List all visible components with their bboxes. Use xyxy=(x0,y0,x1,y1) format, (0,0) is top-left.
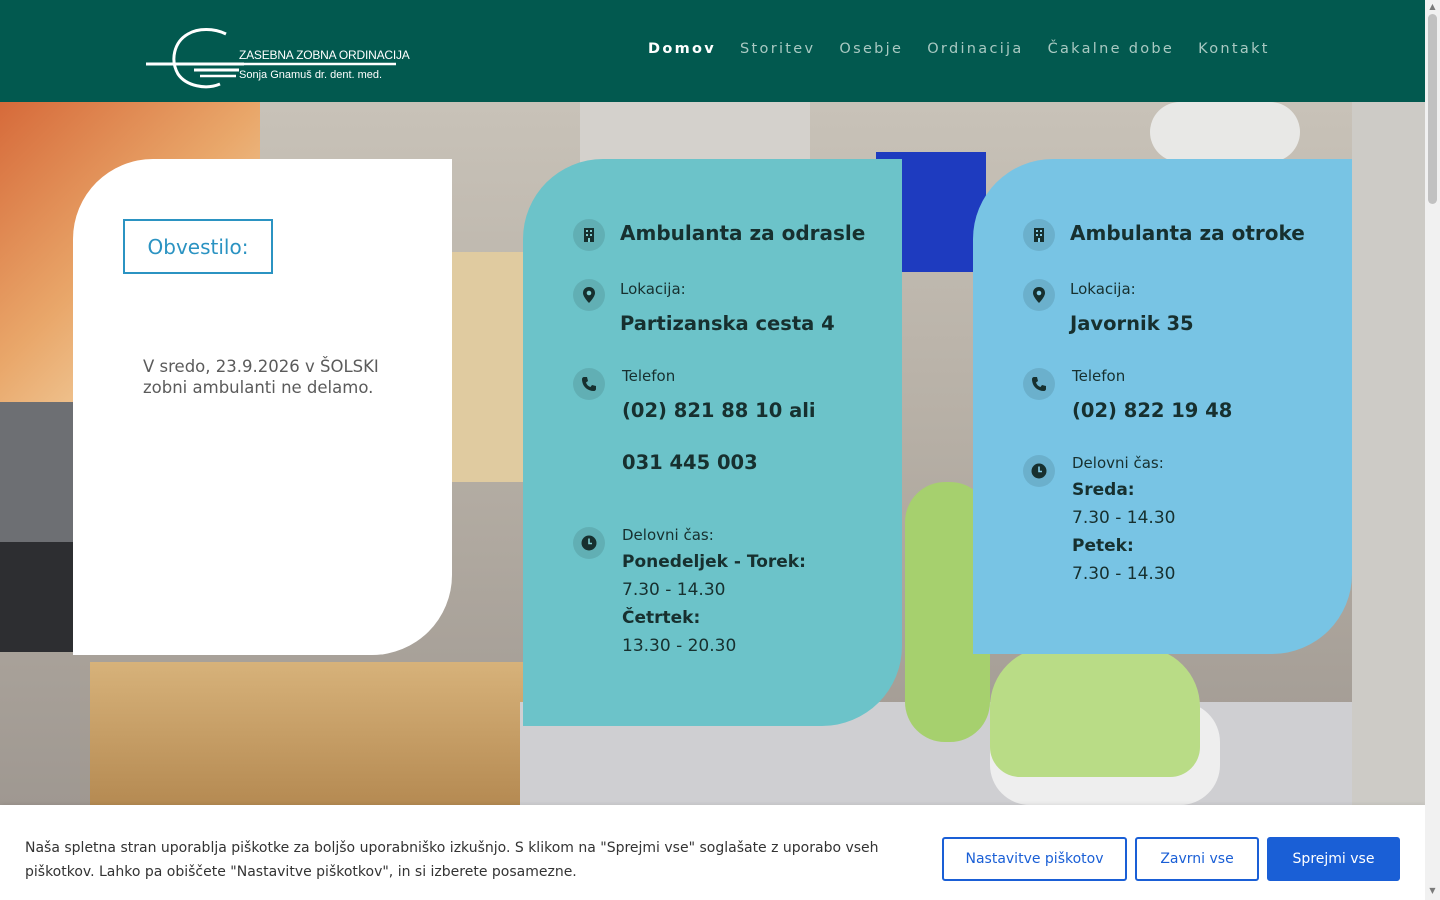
adults-hours-1: 7.30 - 14.30 xyxy=(622,580,726,600)
kids-clinic-card: Ambulanta za otroke Lokacija: Javornik 3… xyxy=(973,159,1352,654)
kids-phone-value[interactable]: (02) 822 19 48 xyxy=(1072,399,1232,422)
adults-title: Ambulanta za odrasle xyxy=(620,221,866,245)
adults-phone-value-2[interactable]: 031 445 003 xyxy=(622,451,758,474)
nav-item-kontakt[interactable]: Kontakt xyxy=(1198,41,1270,57)
phone-icon xyxy=(573,368,605,400)
scrollbar-thumb[interactable] xyxy=(1428,14,1437,204)
notice-card: Obvestilo: V sredo, 23.9.2026 v ŠOLSKI z… xyxy=(73,159,452,655)
nav-item-cakalne-dobe[interactable]: Čakalne dobe xyxy=(1048,41,1175,57)
adults-day-2: Četrtek: xyxy=(622,608,701,628)
nav-item-storitev[interactable]: Storitev xyxy=(740,41,815,57)
cookie-reject-button[interactable]: Zavrni vse xyxy=(1135,837,1259,881)
kids-hours-2: 7.30 - 14.30 xyxy=(1072,564,1176,584)
site-logo[interactable]: ZASEBNA ZOBNA ORDINACIJA Sonja Gnamuš dr… xyxy=(144,26,410,90)
nav-item-ordinacija[interactable]: Ordinacija xyxy=(927,41,1023,57)
main-nav: Domov Storitev Osebje Ordinacija Čakalne… xyxy=(648,41,1294,57)
page-scrollbar[interactable]: ▲ ▼ xyxy=(1425,0,1440,900)
kids-hours-label: Delovni čas: xyxy=(1072,454,1164,472)
clock-icon xyxy=(1023,455,1055,487)
bg-counter xyxy=(90,662,530,805)
cookie-settings-button[interactable]: Nastavitve piškotov xyxy=(942,837,1127,881)
adults-day-1: Ponedeljek - Torek: xyxy=(622,552,806,572)
bg-right-wall xyxy=(1352,102,1425,805)
logo-line-1: ZASEBNA ZOBNA ORDINACIJA xyxy=(239,48,410,62)
adults-phone-label: Telefon xyxy=(622,367,676,385)
kids-hours-1: 7.30 - 14.30 xyxy=(1072,508,1176,528)
adults-location-value: Partizanska cesta 4 xyxy=(620,312,835,335)
scroll-up-arrow-icon[interactable]: ▲ xyxy=(1428,2,1437,11)
cookie-banner: Naša spletna stran uporablja piškotke za… xyxy=(0,805,1425,900)
kids-day-2: Petek: xyxy=(1072,536,1134,556)
scroll-down-arrow-icon[interactable]: ▼ xyxy=(1428,886,1437,895)
map-pin-icon xyxy=(1023,279,1055,311)
nav-item-osebje[interactable]: Osebje xyxy=(839,41,903,57)
notice-title: Obvestilo: xyxy=(147,234,249,259)
building-icon xyxy=(573,219,605,251)
clock-icon xyxy=(573,527,605,559)
kids-phone-label: Telefon xyxy=(1072,367,1126,385)
adults-clinic-card: Ambulanta za odrasle Lokacija: Partizans… xyxy=(523,159,902,726)
bg-chair-seat xyxy=(990,647,1200,777)
notice-text: V sredo, 23.9.2026 v ŠOLSKI zobni ambula… xyxy=(143,357,379,397)
nav-item-domov[interactable]: Domov xyxy=(648,41,716,57)
phone-icon xyxy=(1023,368,1055,400)
logo-line-2: Sonja Gnamuš dr. dent. med. xyxy=(239,69,383,81)
kids-title: Ambulanta za otroke xyxy=(1070,221,1305,245)
notice-title-box: Obvestilo: xyxy=(123,219,273,274)
cookie-accept-button[interactable]: Sprejmi vse xyxy=(1267,837,1400,881)
bg-lamp xyxy=(1150,102,1300,162)
adults-location-label: Lokacija: xyxy=(620,280,686,298)
adults-phone-value-1[interactable]: (02) 821 88 10 ali xyxy=(622,399,816,422)
kids-location-value: Javornik 35 xyxy=(1070,312,1194,335)
site-header: ZASEBNA ZOBNA ORDINACIJA Sonja Gnamuš dr… xyxy=(0,0,1425,102)
adults-hours-label: Delovni čas: xyxy=(622,526,714,544)
bg-shelf xyxy=(452,252,532,482)
cookie-text: Naša spletna stran uporablja piškotke za… xyxy=(25,840,879,880)
adults-hours-2: 13.30 - 20.30 xyxy=(622,636,737,656)
kids-location-label: Lokacija: xyxy=(1070,280,1136,298)
map-pin-icon xyxy=(573,279,605,311)
building-icon xyxy=(1023,219,1055,251)
kids-day-1: Sreda: xyxy=(1072,480,1135,500)
